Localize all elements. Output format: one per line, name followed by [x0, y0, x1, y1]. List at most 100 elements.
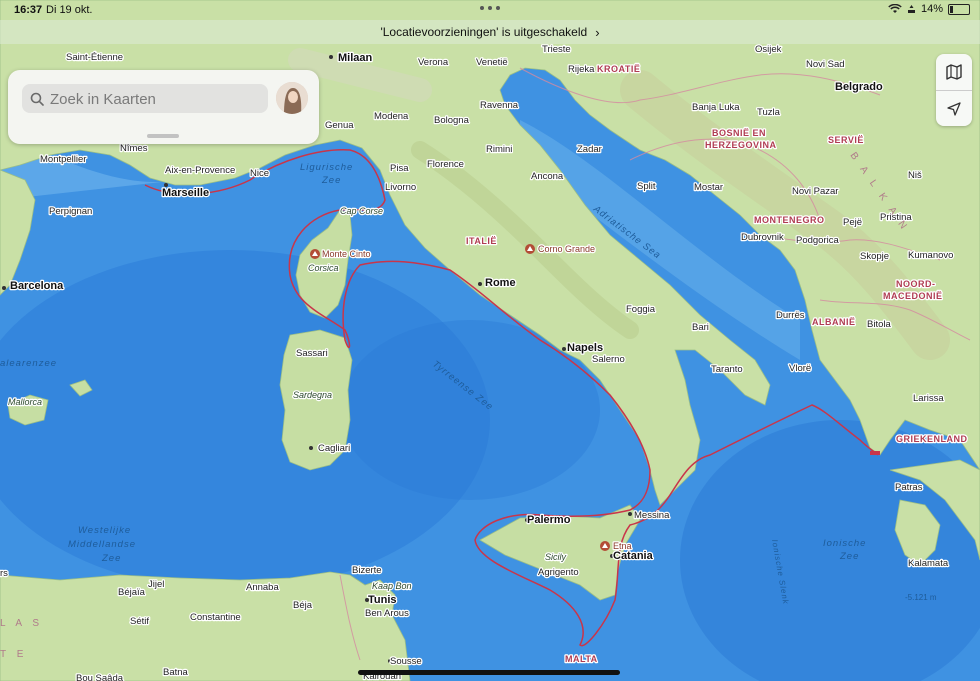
city-label: Zadar: [577, 144, 602, 155]
city-label: Novi Pazar: [792, 186, 838, 197]
city-label: Bitola: [867, 319, 891, 330]
city-label: Niš: [908, 170, 922, 181]
search-input[interactable]: [48, 87, 262, 112]
city-label: Salerno: [592, 354, 625, 365]
city-label: Milaan: [338, 52, 373, 64]
city-label: Patras: [895, 482, 923, 493]
city-label: Barcelona: [10, 280, 64, 292]
sea-label: Zee: [321, 175, 341, 186]
city-label: Constantine: [190, 612, 241, 623]
multitasking-dots-icon[interactable]: [480, 6, 500, 10]
island-label: Kaap Bon: [372, 581, 412, 591]
city-label: Foggia: [626, 304, 656, 315]
location-button[interactable]: [936, 91, 972, 127]
sea-label: Adriatische Sea: [590, 203, 663, 261]
city-label: Nîmes: [120, 143, 148, 154]
city-label: rs: [0, 568, 8, 579]
city-label: Sétif: [130, 616, 149, 627]
city-label: Rome: [485, 277, 516, 289]
sea-label: Middellandse: [68, 539, 136, 550]
country-label: MALTA: [565, 654, 598, 664]
city-label: Pisa: [390, 163, 409, 174]
island-label: Sardegna: [293, 390, 332, 400]
city-label: Modena: [374, 111, 409, 122]
city-label: Venetië: [476, 57, 508, 68]
city-label: Rimini: [486, 144, 512, 155]
city-label: Livorno: [385, 182, 416, 193]
location-services-banner[interactable]: 'Locatievoorzieningen' is uitgeschakeld …: [0, 20, 980, 44]
city-label: Osijek: [755, 44, 782, 55]
city-label: Messina: [634, 510, 670, 521]
country-label: NOORD-: [896, 279, 936, 289]
country-label: MACEDONIË: [883, 291, 943, 301]
city-label: Catania: [613, 550, 654, 562]
avatar[interactable]: [276, 82, 308, 114]
depth-label: -5.121 m: [905, 593, 937, 602]
city-label: Béjaïa: [118, 587, 146, 598]
city-label: Napels: [567, 342, 603, 354]
city-label: Sousse: [390, 656, 422, 667]
sea-label: Ionische Slenk: [770, 539, 790, 606]
city-label: Genua: [325, 120, 354, 131]
island-label: Mallorca: [8, 397, 42, 407]
banner-text: 'Locatievoorzieningen' is uitgeschakeld: [380, 25, 588, 39]
city-label: Cagliari: [318, 443, 350, 454]
city-label: Belgrado: [835, 81, 883, 93]
search-icon: [30, 92, 44, 106]
battery-percent: 14%: [920, 3, 943, 15]
city-label: Bari: [692, 322, 709, 333]
mountain-icon: [600, 541, 610, 551]
country-label: ALBANIË: [812, 317, 856, 327]
country-label: BOSNIË EN: [712, 128, 766, 138]
sea-label: Zee: [101, 553, 121, 564]
city-label: Podgorica: [796, 235, 839, 246]
city-label: Kalamata: [908, 558, 949, 569]
home-indicator[interactable]: [358, 670, 620, 675]
map-controls: [936, 54, 972, 126]
drag-handle[interactable]: [147, 134, 179, 138]
route-end-marker: [870, 451, 880, 455]
search-card: [8, 70, 319, 144]
city-label: Sassari: [296, 348, 328, 359]
poi-label: Corno Grande: [538, 244, 595, 254]
island-label: Sicily: [545, 552, 567, 562]
country-label: ITALIË: [466, 236, 497, 246]
city-label: Perpignan: [49, 206, 92, 217]
mountain-icon: [525, 244, 535, 254]
city-label: Bou Saâda: [76, 673, 124, 681]
sea-label: Ionische: [823, 538, 866, 549]
country-label: HERZEGOVINA: [705, 140, 777, 150]
city-label: Marseille: [162, 187, 209, 199]
sea-label: Tyrreense Zee: [430, 359, 495, 413]
status-date: Di 19 okt.: [46, 4, 93, 16]
status-bar: 16:37 Di 19 okt. 14%: [0, 0, 980, 20]
city-label: Trieste: [542, 44, 571, 55]
city-label: Dubrovnik: [741, 232, 784, 243]
sea-label: Westelijke: [78, 525, 131, 536]
city-label: Batna: [163, 667, 189, 678]
city-label: Bologna: [434, 115, 470, 126]
city-label: Skopje: [860, 251, 889, 262]
city-label: Novi Sad: [806, 59, 845, 70]
search-bar[interactable]: [22, 84, 268, 113]
city-label: Banja Luka: [692, 102, 740, 113]
city-label: Verona: [418, 57, 449, 68]
city-label: Nice: [250, 168, 269, 179]
sea-label: alearenzee: [0, 358, 57, 369]
city-label: Pejë: [843, 217, 862, 228]
city-label: Agrigento: [538, 567, 579, 578]
country-label: KROATIË: [597, 64, 640, 74]
region-label: T E: [0, 649, 27, 660]
poi-label: Etna: [613, 541, 632, 551]
city-label: Mostar: [694, 182, 723, 193]
city-label: Florence: [427, 159, 464, 170]
map-icon: [946, 64, 962, 80]
location-arrow-icon: [947, 102, 961, 116]
wifi-icon: [888, 4, 902, 13]
map-mode-button[interactable]: [936, 54, 972, 90]
island-label: Cap Corse: [340, 206, 383, 216]
sea-label: Ligurische: [300, 162, 353, 173]
city-label: Tunis: [368, 594, 397, 606]
city-label: Ancona: [531, 171, 564, 182]
sea-label: Zee: [839, 551, 859, 562]
